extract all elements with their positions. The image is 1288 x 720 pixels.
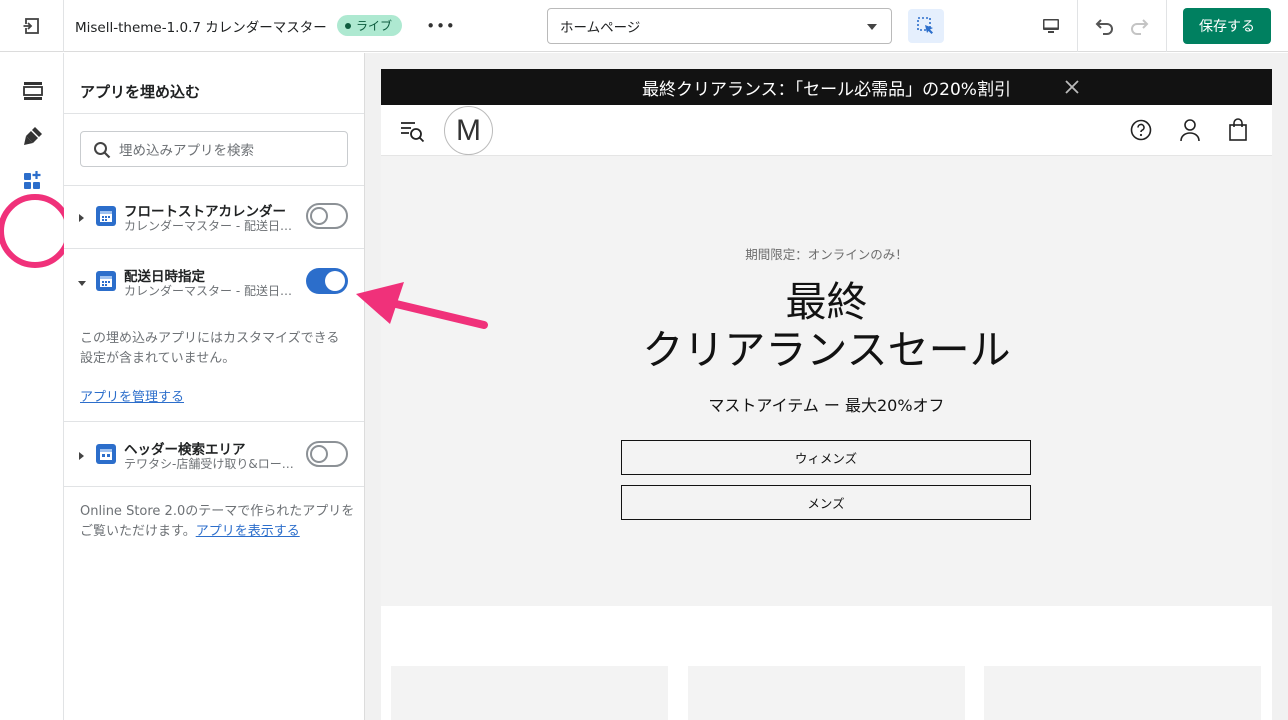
theme-title: Misell-theme-1.0.7 カレンダーマスター: [75, 20, 327, 36]
no-settings-message: この埋め込みアプリにはカスタマイズできる設定が含まれていません。: [80, 331, 340, 366]
app-embed-item[interactable]: フロートストアカレンダー カレンダーマスター - 配送日時…: [64, 200, 364, 240]
hero-eyebrow: 期間限定：オンラインのみ！: [745, 247, 908, 262]
left-rail: [0, 53, 72, 720]
product-card-placeholder[interactable]: [688, 666, 965, 720]
view-apps-link[interactable]: アプリを表示する: [196, 524, 300, 539]
page-selector[interactable]: ホームページ: [547, 8, 892, 44]
app-embed-item[interactable]: 配送日時指定 カレンダーマスター - 配送日時…: [64, 265, 364, 305]
hero-title: 最終 クリアランスセール: [381, 278, 1272, 374]
calendar-app-icon: [96, 271, 116, 291]
app-embeds-icon: [24, 171, 41, 189]
collapse-arrow-icon[interactable]: [78, 281, 86, 286]
undo-icon: [1095, 19, 1113, 35]
mens-button[interactable]: メンズ: [621, 485, 1031, 520]
toolbar-divider: [1077, 0, 1078, 52]
more-actions-button[interactable]: •••: [426, 13, 455, 39]
close-icon[interactable]: [1063, 78, 1081, 96]
store-header: M: [381, 105, 1272, 156]
desktop-icon: [1043, 19, 1059, 33]
menu-search-icon[interactable]: [400, 118, 426, 144]
account-icon[interactable]: [1179, 118, 1201, 142]
divider: [64, 486, 364, 487]
exit-icon: [23, 18, 39, 34]
product-card-placeholder[interactable]: [984, 666, 1261, 720]
divider: [64, 421, 364, 422]
expand-arrow-icon[interactable]: [79, 214, 84, 222]
inspector-toggle-button[interactable]: [908, 9, 944, 43]
footer-note: Online Store 2.0のテーマで作られたアプリをご覧いただけます。アプ…: [80, 502, 355, 542]
toggle-knob: [310, 445, 328, 463]
app-search-input[interactable]: 埋め込みアプリを検索: [80, 131, 348, 167]
manage-app-link[interactable]: アプリを管理する: [80, 386, 184, 405]
app-enable-toggle[interactable]: [306, 441, 348, 467]
search-placeholder: 埋め込みアプリを検索: [119, 143, 254, 159]
hero-title-line: 最終: [785, 278, 868, 326]
toolbar-divider: [1166, 0, 1167, 52]
app-enable-toggle[interactable]: [306, 203, 348, 229]
device-preview-button[interactable]: [1036, 10, 1066, 42]
announcement-text: 最終クリアランス：「セール必需品」の20%割引: [642, 79, 1011, 100]
status-badge: ライブ: [337, 15, 403, 36]
rail-theme-settings-button[interactable]: [18, 121, 48, 151]
announcement-bar: 最終クリアランス：「セール必需品」の20%割引: [381, 69, 1272, 105]
hero-banner: 期間限定：オンラインのみ！ 最終 クリアランスセール マストアイテム ー 最大2…: [381, 156, 1272, 606]
rail-app-embeds-button[interactable]: [18, 165, 48, 195]
womens-button[interactable]: ウィメンズ: [621, 440, 1031, 475]
product-card-placeholder[interactable]: [391, 666, 668, 720]
brush-icon: [24, 127, 42, 145]
undo-button[interactable]: [1090, 12, 1118, 40]
save-button[interactable]: 保存する: [1183, 8, 1271, 44]
divider: [64, 248, 364, 249]
cart-bag-icon[interactable]: [1228, 118, 1248, 142]
app-embed-item[interactable]: ヘッダー検索エリア テワタシ-店舗受け取り&ロー…: [64, 438, 364, 478]
top-bar: Misell-theme-1.0.7 カレンダーマスター ライブ ••• ホーム…: [0, 0, 1288, 52]
hero-title-line: クリアランスセール: [642, 326, 1011, 374]
expand-arrow-icon[interactable]: [79, 452, 84, 460]
hero-subtitle: マストアイテム ー 最大20%オフ: [708, 396, 945, 415]
highlight-circle-annotation: [0, 194, 72, 268]
exit-button[interactable]: [0, 0, 64, 52]
live-dot-icon: [345, 22, 351, 29]
caret-down-icon: [867, 24, 877, 30]
select-cursor-icon: [917, 17, 933, 34]
app-embeds-panel: アプリを埋め込む 埋め込みアプリを検索 フロートストアカレンダー カレンダーマス…: [64, 53, 365, 720]
status-badge-label: ライブ: [356, 19, 393, 33]
calendar-app-icon: [96, 206, 116, 226]
storefront-preview[interactable]: 最終クリアランス：「セール必需品」の20%割引 M 期間限定：オンラインのみ！ …: [381, 69, 1272, 720]
page-selector-value: ホームページ: [560, 20, 641, 36]
redo-icon: [1131, 19, 1149, 35]
store-logo[interactable]: M: [444, 106, 493, 155]
redo-button[interactable]: [1126, 12, 1154, 40]
help-icon[interactable]: [1130, 119, 1152, 141]
panel-title: アプリを埋め込む: [80, 83, 201, 101]
search-icon: [94, 142, 111, 159]
divider: [64, 113, 364, 114]
toggle-knob: [310, 207, 328, 225]
app-subtitle: テワタシ-店舗受け取り&ロー…: [124, 457, 294, 471]
search-area-app-icon: [96, 444, 116, 464]
annotation-arrow-icon: [356, 282, 488, 329]
sections-icon: [23, 82, 43, 100]
app-subtitle: カレンダーマスター - 配送日時…: [124, 284, 302, 298]
app-subtitle: カレンダーマスター - 配送日時…: [124, 219, 302, 233]
rail-sections-button[interactable]: [18, 76, 48, 106]
app-enable-toggle[interactable]: [306, 268, 348, 294]
toggle-knob: [325, 271, 345, 291]
divider: [64, 185, 364, 186]
